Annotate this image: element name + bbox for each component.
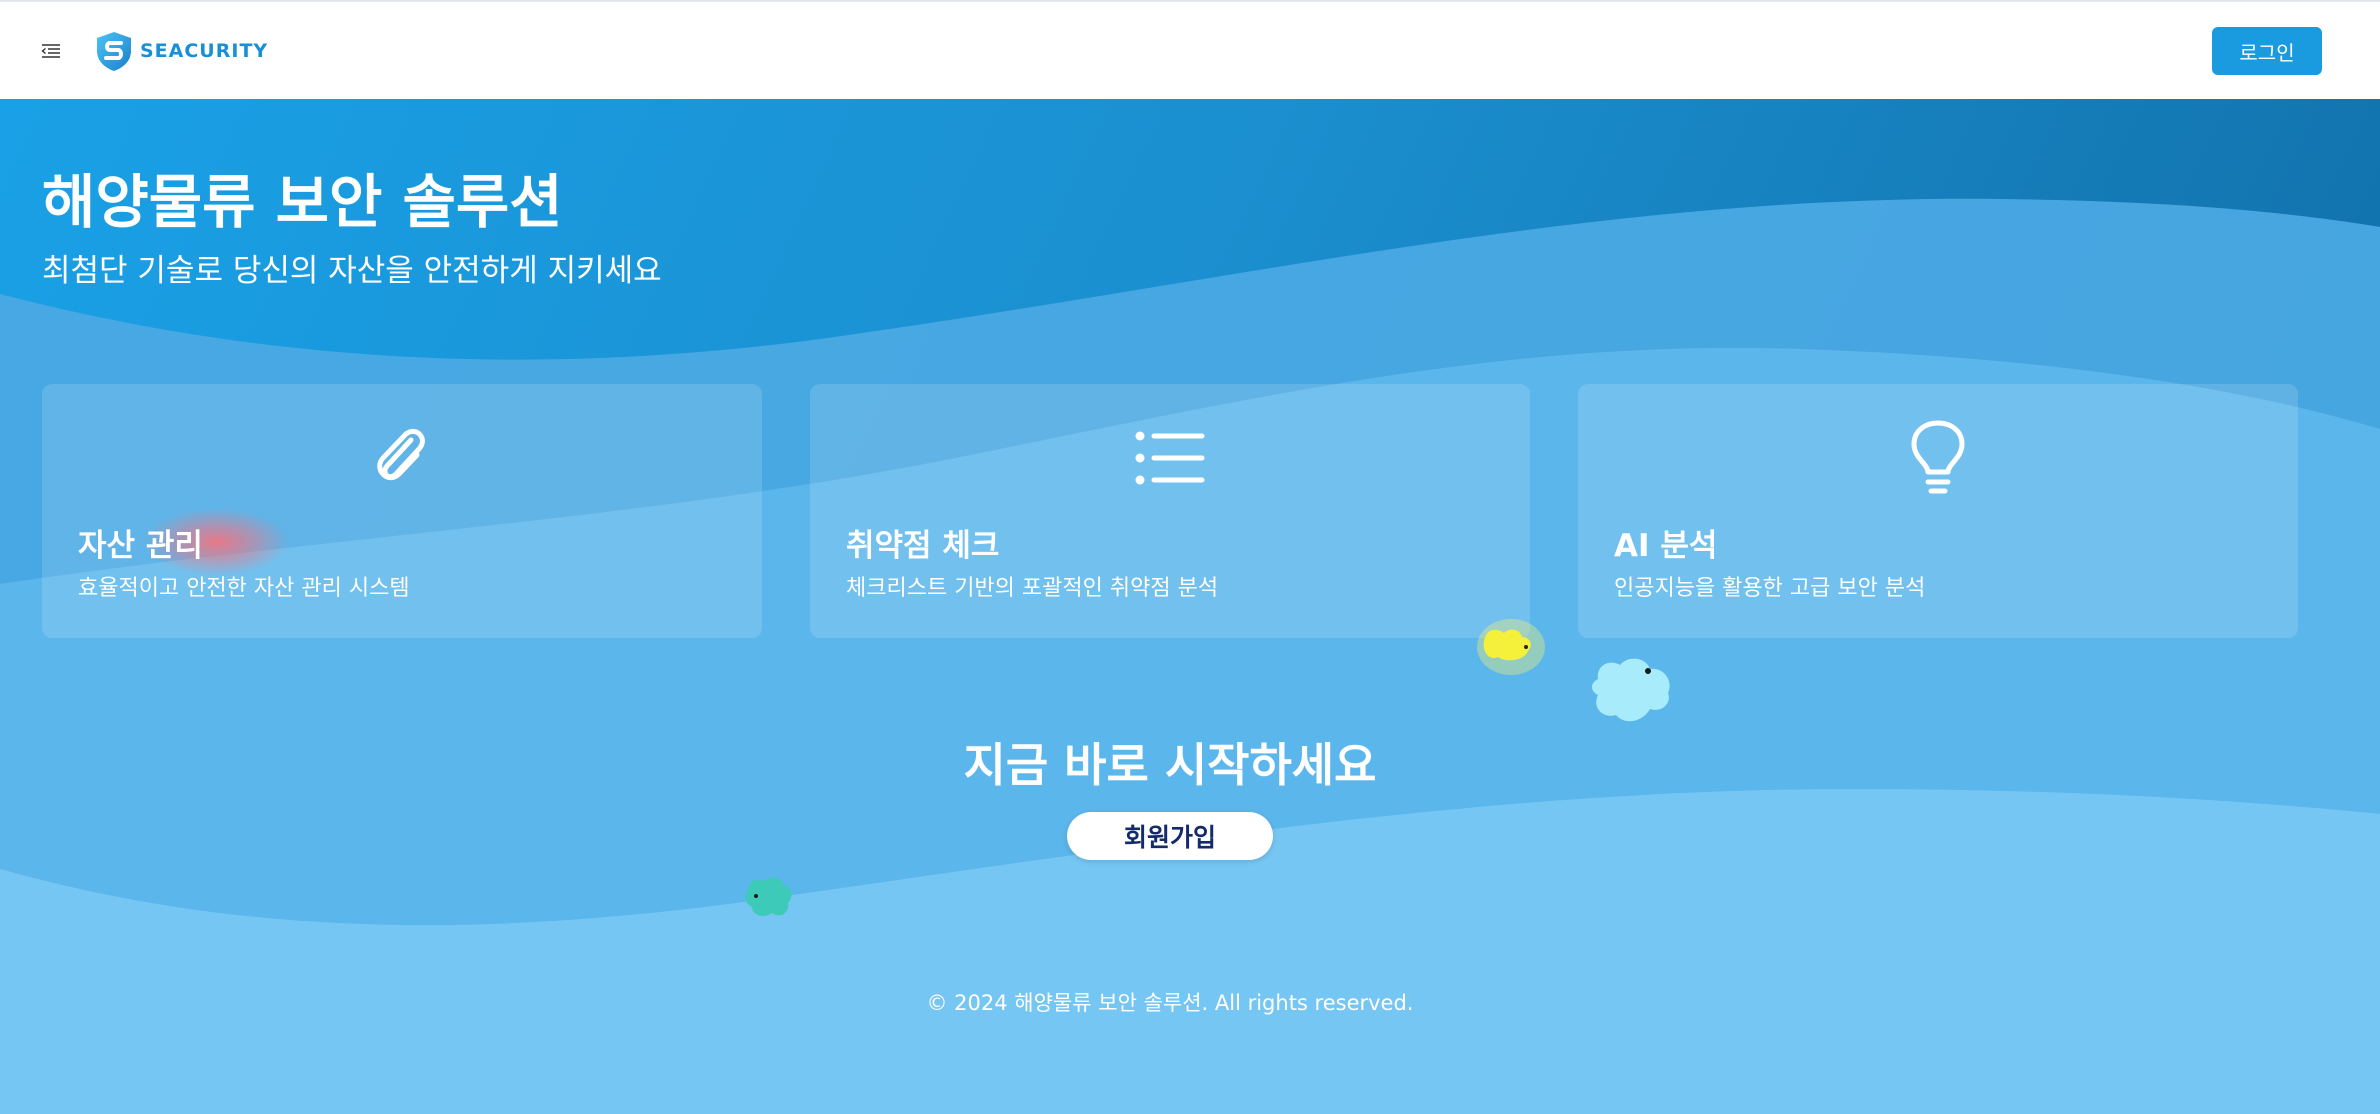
feature-description: 효율적이고 안전한 자산 관리 시스템 (78, 576, 410, 601)
feature-description: 인공지능을 활용한 고급 보안 분석 (1614, 576, 1926, 601)
feature-card-asset-management[interactable]: 자산 관리 효율적이고 안전한 자산 관리 시스템 (42, 384, 762, 638)
signup-button[interactable]: 회원가입 (1067, 812, 1273, 860)
menu-icon (41, 44, 60, 58)
feature-card-vulnerability-check[interactable]: 취약점 체크 체크리스트 기반의 포괄적인 취약점 분석 (810, 384, 1530, 638)
paperclip-icon (42, 420, 762, 496)
list-icon (810, 420, 1530, 496)
menu-toggle-button[interactable] (40, 40, 62, 62)
feature-title: 취약점 체크 (846, 528, 1000, 564)
teal-fish-icon (745, 877, 792, 916)
feature-description: 체크리스트 기반의 포괄적인 취약점 분석 (846, 576, 1219, 601)
login-button[interactable]: 로그인 (2212, 27, 2322, 75)
lightbulb-icon (1578, 420, 2298, 496)
brand-name: SEACURITY (140, 40, 269, 62)
blue-fish-icon (1592, 658, 1670, 722)
top-nav: SEACURITY 로그인 (0, 2, 2380, 99)
feature-card-ai-analysis[interactable]: AI 분석 인공지능을 활용한 고급 보안 분석 (1578, 384, 2298, 638)
footer-copyright: © 2024 해양물류 보안 솔루션. All rights reserved. (926, 991, 1414, 1015)
feature-title: 자산 관리 (78, 528, 203, 564)
hero-subtitle: 최첨단 기술로 당신의 자산을 안전하게 지키세요 (42, 253, 662, 289)
yellow-fish-icon (1477, 619, 1545, 675)
hero-section: 해양물류 보안 솔루션 최첨단 기술로 당신의 자산을 안전하게 지키세요 자산… (0, 99, 2380, 1114)
feature-title: AI 분석 (1614, 528, 1718, 564)
brand-logo[interactable]: SEACURITY (92, 29, 268, 73)
cta-title: 지금 바로 시작하세요 (963, 738, 1377, 792)
hero-title: 해양물류 보안 솔루션 (42, 168, 563, 236)
shield-logo-icon (97, 32, 131, 71)
